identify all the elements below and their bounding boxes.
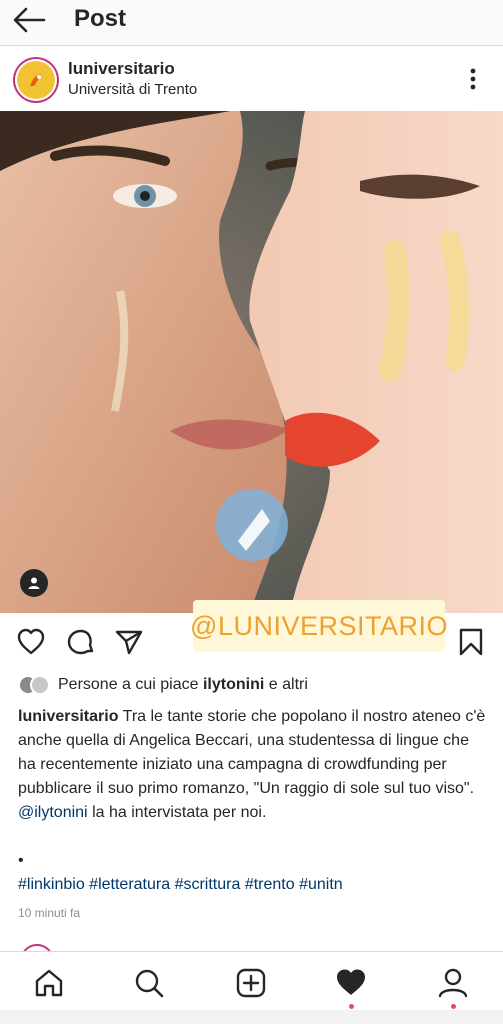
like-button[interactable] [16,627,46,657]
page-title: Post [74,5,127,32]
tagged-users-button[interactable] [20,569,48,597]
watermark-label: @LUNIVERSITARIO [190,600,447,652]
liker-avatar [30,675,50,695]
post-username[interactable]: luniversitario [68,59,175,79]
hashtags: #linkinbio #letteratura #scrittura #tren… [18,876,343,894]
caption-text-end: la ha intervistata per noi. [92,804,267,821]
comment-button[interactable] [66,627,96,657]
home-icon [35,969,63,997]
user-tag-icon [28,577,40,589]
system-nav-area [0,1010,503,1024]
post-caption: luniversitario Tra le tante storie che p… [18,705,488,825]
bookmark-icon [459,628,483,656]
hashtag[interactable]: #scrittura [175,876,241,893]
save-button[interactable] [456,627,486,657]
likes-suffix: e altri [268,676,308,693]
caption-author[interactable]: luniversitario [18,708,118,725]
profile-icon [438,968,468,998]
comment-icon [67,629,94,655]
post-location[interactable]: Università di Trento [68,81,197,98]
hashtag[interactable]: #linkinbio [18,876,85,893]
add-post-icon [236,968,266,998]
post-photo[interactable] [0,111,503,613]
top-bar: Post [0,0,503,46]
university-logo-icon [30,74,41,86]
likes-summary[interactable]: Persone a cui piace ilytonini e altri [18,674,308,696]
likes-user[interactable]: ilytonini [203,676,264,693]
more-options-button[interactable] [460,66,486,92]
post-timestamp: 10 minuti fa [18,906,81,920]
heart-outline-icon [17,628,45,655]
notification-dot [349,1004,354,1009]
likes-prefix: Persone a cui piace [58,676,199,693]
heart-filled-icon [337,969,365,995]
search-icon [135,969,164,998]
notification-dot [451,1004,456,1009]
post-header: luniversitario Università di Trento [0,48,503,110]
avatar[interactable] [13,57,59,103]
paper-plane-icon [115,630,143,655]
nav-activity-button[interactable] [334,966,368,1009]
caption-mention[interactable]: @ilytonini [18,804,88,821]
nav-add-button[interactable] [234,966,268,1000]
caption-bullet: • [18,852,24,869]
back-button[interactable] [10,4,48,36]
nav-search-button[interactable] [132,966,166,1000]
hashtag[interactable]: #letteratura [89,876,170,893]
nav-home-button[interactable] [32,966,66,1000]
hashtag[interactable]: #trento [245,876,295,893]
share-button[interactable] [114,627,144,657]
more-vertical-icon [470,68,476,90]
arrow-left-icon [13,7,46,33]
nav-profile-button[interactable] [436,966,470,1009]
hashtag[interactable]: #unitn [299,876,343,893]
